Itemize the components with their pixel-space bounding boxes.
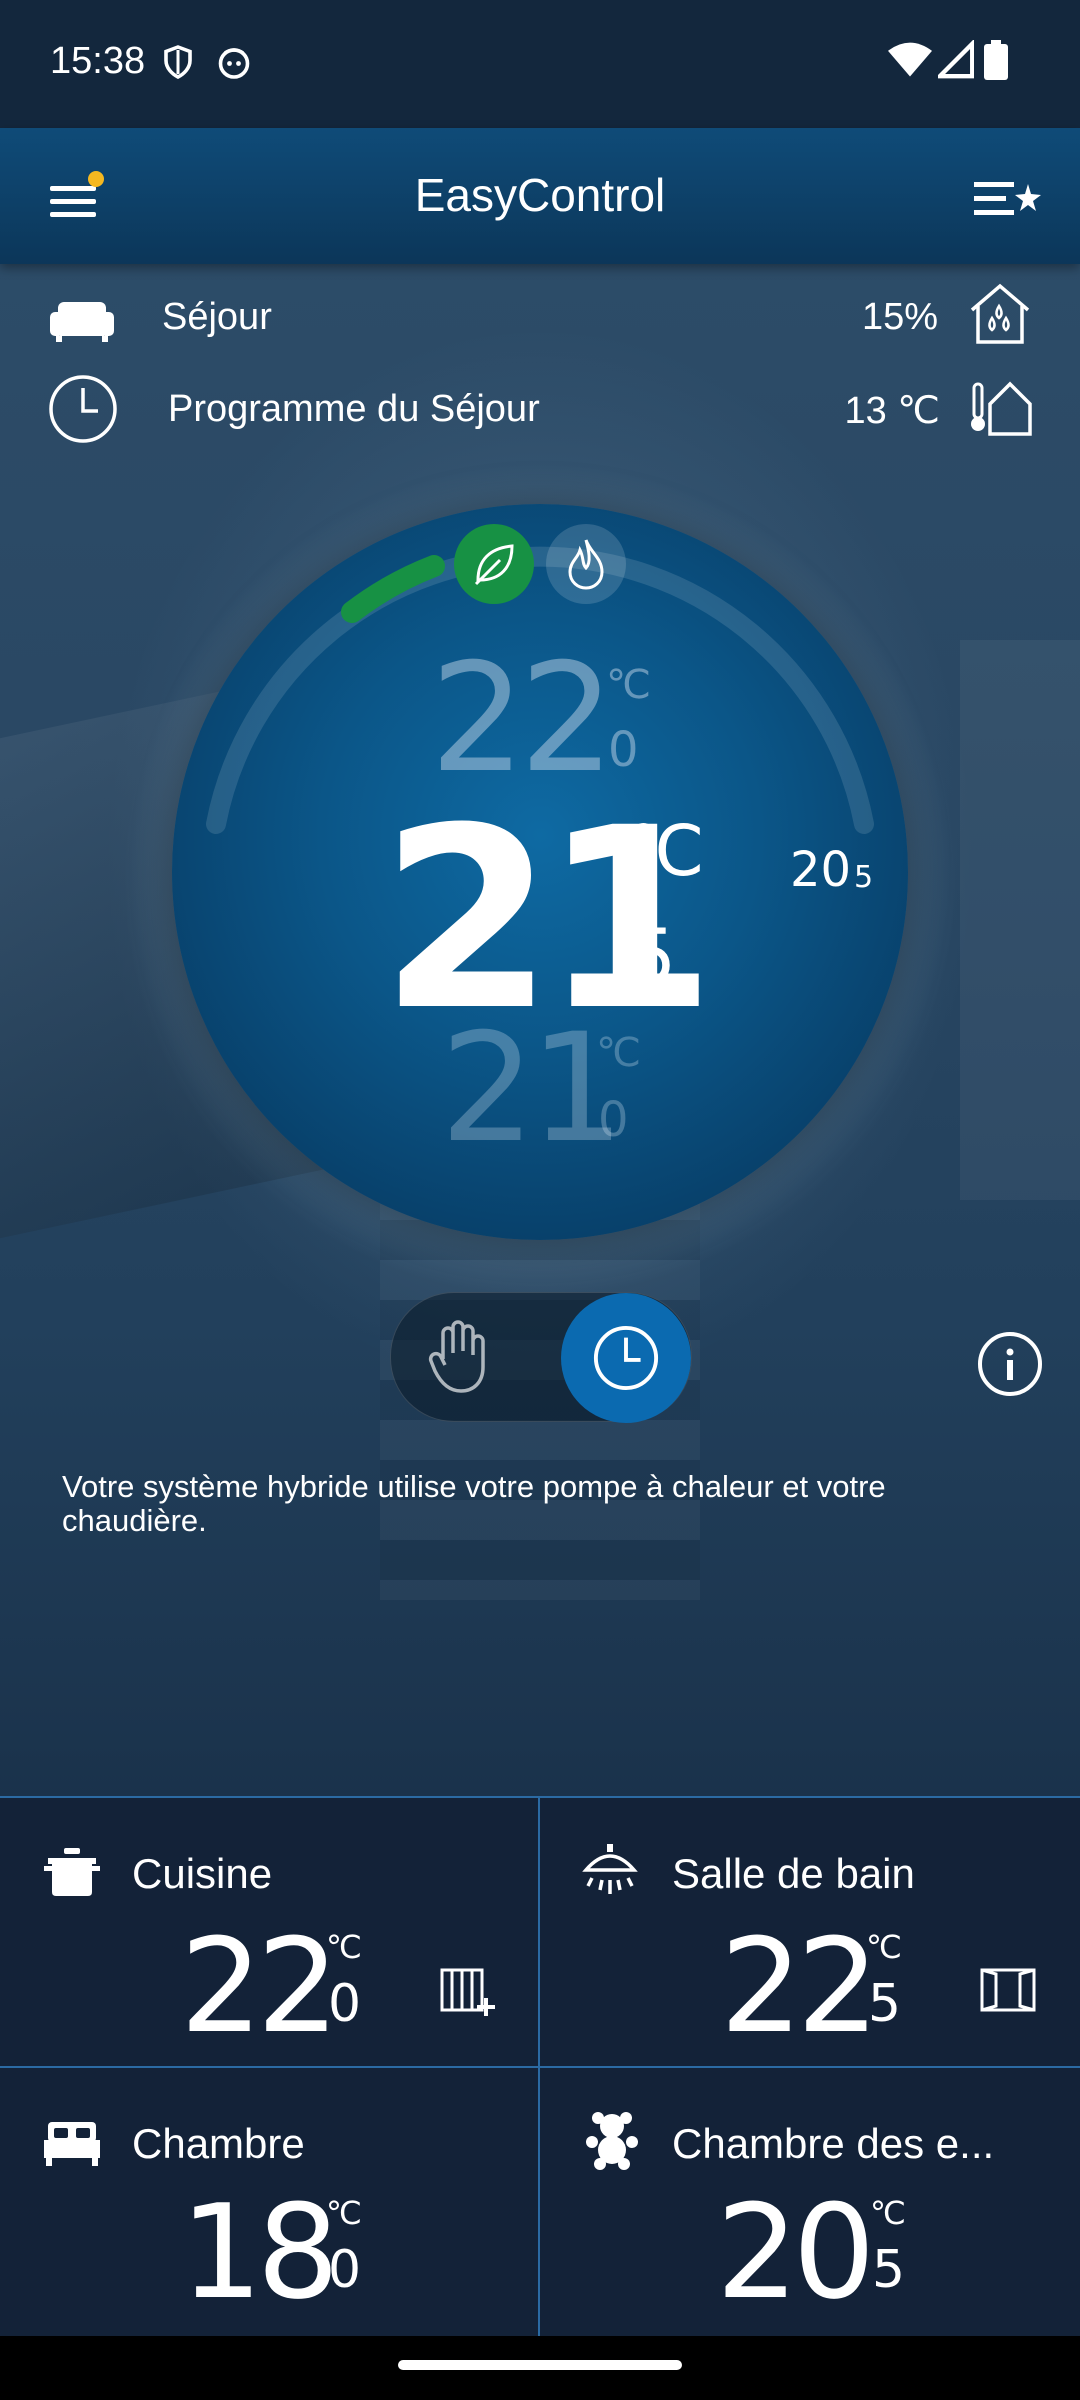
- setpoint-current-dec: 5: [628, 912, 677, 1001]
- bed-icon: [44, 2122, 100, 2166]
- shield-icon: [164, 45, 192, 80]
- info-button[interactable]: [978, 1332, 1042, 1396]
- program-name: Programme du Séjour: [168, 388, 540, 430]
- manual-schedule-toggle[interactable]: [390, 1292, 692, 1423]
- room-header-row[interactable]: Séjour 15%: [0, 278, 1080, 358]
- setpoint-below-int[interactable]: 21: [440, 1002, 625, 1176]
- status-time: 15:38: [50, 40, 146, 82]
- room-temp-dec-chambre: 0: [328, 2240, 362, 2300]
- eco-mode-chip[interactable]: [454, 524, 534, 604]
- room-temp-dec-chambre-des-enfants: 5: [872, 2240, 906, 2300]
- home-gesture-pill[interactable]: [398, 2360, 682, 2370]
- room-temp-int-cuisine: 22: [180, 1910, 339, 2062]
- leaf-icon: [474, 544, 514, 586]
- room-tile-chambre[interactable]: Chambre 18 ℃ 0: [0, 2068, 538, 2334]
- clock-icon: [49, 375, 117, 443]
- measured-temp-int: 20: [790, 842, 852, 898]
- room-name-salle-de-bain: Salle de bain: [672, 1850, 915, 1897]
- flame-icon: [568, 539, 604, 590]
- room-tile-salle-de-bain[interactable]: Salle de bain 22 ℃ 5: [540, 1798, 1078, 2064]
- room-tile-cuisine[interactable]: Cuisine 22 ℃ 0: [0, 1798, 538, 2064]
- room-temp-unit-chambre: ℃: [326, 2194, 362, 2232]
- system-message: Votre système hybride utilise votre pomp…: [62, 1469, 886, 1538]
- program-row[interactable]: Programme du Séjour 13 ℃: [0, 370, 1080, 450]
- app-bar: EasyControl: [0, 128, 1080, 264]
- room-name-cuisine: Cuisine: [132, 1850, 273, 1897]
- room-tile-chambre-des-enfants[interactable]: Chambre des e... 20 ℃ 5: [540, 2068, 1078, 2334]
- setpoint-below-dec: 0: [598, 1092, 629, 1148]
- outdoor-temp-house-icon: [971, 381, 1032, 436]
- room-temp-int-chambre: 18: [180, 2176, 339, 2328]
- setpoint-above-unit: ℃: [606, 662, 651, 708]
- info-icon: [1006, 1348, 1014, 1380]
- boiler-mode-chip[interactable]: [546, 524, 626, 604]
- room-temp-unit-cuisine: ℃: [326, 1928, 362, 1966]
- status-bar: 15:38: [0, 0, 1080, 128]
- room-name-chambre: Chambre: [132, 2120, 305, 2167]
- measured-temp-dec: 5: [854, 860, 874, 895]
- room-temp-dec-cuisine: 0: [328, 1974, 362, 2034]
- wifi-icon: [888, 42, 932, 77]
- setpoint-below-unit: ℃: [596, 1030, 641, 1076]
- schedule-clock-icon: [593, 1325, 659, 1391]
- battery-icon: [984, 40, 1008, 80]
- room-name: Séjour: [162, 296, 272, 338]
- room-temp-int-salle-de-bain: 22: [720, 1910, 879, 2062]
- system-nav-bar: [0, 2336, 1080, 2400]
- app-title: EasyControl: [414, 169, 666, 221]
- humidity-house-icon: [970, 283, 1030, 344]
- signal-icon: [938, 40, 974, 79]
- setpoint-current-unit: ℃: [626, 810, 705, 892]
- room-temp-unit-chambre-des-enfants: ℃: [870, 2194, 906, 2232]
- room-name-chambre-des-enfants: Chambre des e...: [672, 2120, 995, 2167]
- hand-icon[interactable]: [427, 1319, 491, 1395]
- room-temp-int-chambre-des-enfants: 20: [716, 2176, 875, 2328]
- outdoor-temp-value: 13 ℃: [844, 390, 940, 432]
- humidity-value: 15%: [861, 296, 938, 338]
- setpoint-above-dec: 0: [608, 722, 639, 778]
- shower-icon: [582, 1844, 638, 1894]
- teddy-bear-icon: [586, 2112, 638, 2170]
- rooms-grid: Cuisine 22 ℃ 0 Salle de bain 22 ℃ 5 Cham…: [0, 1796, 1080, 2338]
- room-temp-unit-salle-de-bain: ℃: [866, 1928, 902, 1966]
- filter-star-icon[interactable]: [972, 174, 1042, 224]
- sofa-icon: [50, 302, 114, 342]
- face-icon: [218, 48, 250, 79]
- radiator-plus-icon: [440, 1968, 495, 2016]
- pot-icon: [44, 1848, 100, 1896]
- schedule-knob[interactable]: [561, 1293, 691, 1423]
- window-icon: [980, 1968, 1036, 2012]
- room-temp-dec-salle-de-bain: 5: [868, 1974, 902, 2034]
